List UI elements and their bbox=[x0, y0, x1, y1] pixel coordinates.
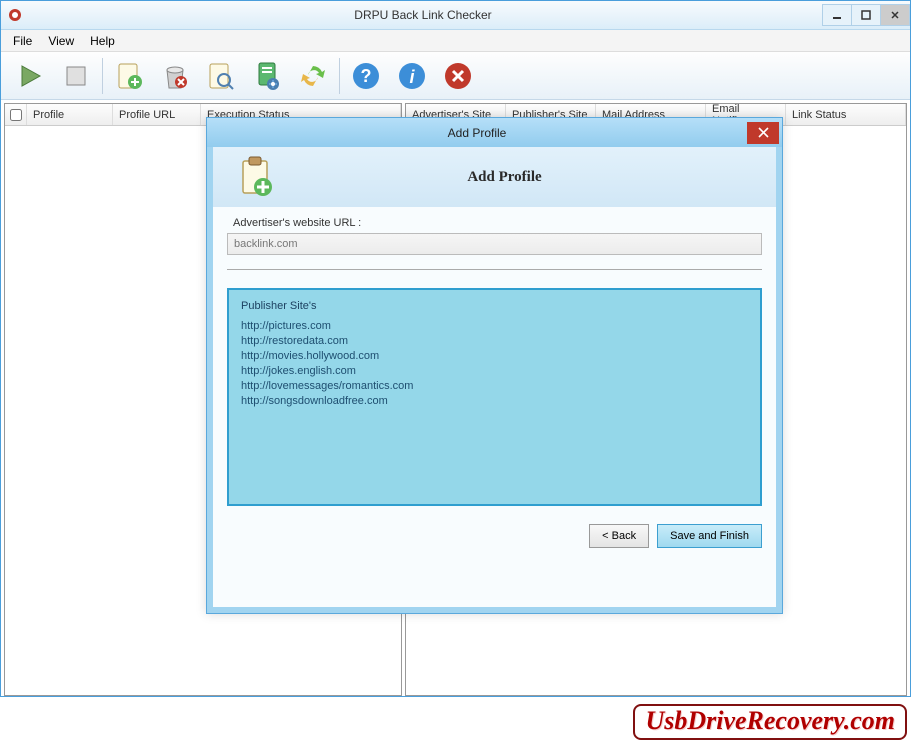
close-window-button[interactable] bbox=[880, 4, 910, 26]
add-profile-button[interactable] bbox=[108, 55, 150, 97]
info-icon: i bbox=[396, 60, 428, 92]
close-icon bbox=[758, 127, 769, 138]
clipboard-add-icon bbox=[233, 155, 277, 199]
settings-button[interactable] bbox=[246, 55, 288, 97]
toolbar-separator bbox=[102, 58, 103, 94]
publisher-sites-title: Publisher Site's bbox=[241, 300, 748, 312]
help-icon: ? bbox=[350, 60, 382, 92]
col-profile-url[interactable]: Profile URL bbox=[113, 104, 201, 125]
settings-icon bbox=[251, 60, 283, 92]
close-icon bbox=[890, 10, 900, 20]
minimize-icon bbox=[832, 10, 842, 20]
select-all-col[interactable] bbox=[5, 104, 27, 125]
dialog-close-button[interactable] bbox=[747, 122, 779, 144]
menu-help[interactable]: Help bbox=[82, 31, 123, 51]
publisher-url: http://pictures.com bbox=[241, 320, 748, 332]
menu-view[interactable]: View bbox=[40, 31, 82, 51]
publisher-url: http://songsdownloadfree.com bbox=[241, 395, 748, 407]
close-circle-icon bbox=[442, 60, 474, 92]
dialog-body: Add Profile Advertiser's website URL : P… bbox=[207, 147, 782, 613]
stop-button[interactable] bbox=[55, 55, 97, 97]
refresh-button[interactable] bbox=[292, 55, 334, 97]
maximize-icon bbox=[861, 10, 871, 20]
dialog-titlebar: Add Profile bbox=[207, 118, 782, 147]
search-icon bbox=[205, 60, 237, 92]
toolbar-separator bbox=[339, 58, 340, 94]
watermark: UsbDriveRecovery.com bbox=[633, 704, 907, 740]
window-title: DRPU Back Link Checker bbox=[23, 8, 823, 22]
maximize-button[interactable] bbox=[851, 4, 881, 26]
window-controls bbox=[823, 4, 910, 26]
publisher-url: http://movies.hollywood.com bbox=[241, 350, 748, 362]
svg-text:?: ? bbox=[361, 66, 372, 86]
minimize-button[interactable] bbox=[822, 4, 852, 26]
url-label: Advertiser's website URL : bbox=[233, 217, 762, 229]
info-button[interactable]: i bbox=[391, 55, 433, 97]
add-profile-icon bbox=[113, 60, 145, 92]
app-icon bbox=[7, 7, 23, 23]
save-finish-button[interactable]: Save and Finish bbox=[657, 524, 762, 548]
dialog-header-title: Add Profile bbox=[307, 169, 762, 186]
toolbar: ? i bbox=[1, 52, 910, 100]
delete-button[interactable] bbox=[154, 55, 196, 97]
help-button[interactable]: ? bbox=[345, 55, 387, 97]
advertiser-url-input[interactable] bbox=[227, 233, 762, 255]
add-profile-dialog: Add Profile Add Profile Advertiser's web… bbox=[206, 117, 783, 614]
dialog-buttons: < Back Save and Finish bbox=[227, 524, 762, 548]
play-button[interactable] bbox=[9, 55, 51, 97]
select-all-checkbox[interactable] bbox=[10, 109, 22, 121]
col-link-status[interactable]: Link Status bbox=[786, 104, 906, 125]
publisher-url: http://jokes.english.com bbox=[241, 365, 748, 377]
titlebar: DRPU Back Link Checker bbox=[1, 1, 910, 30]
exit-button[interactable] bbox=[437, 55, 479, 97]
menu-file[interactable]: File bbox=[5, 31, 40, 51]
stop-icon bbox=[60, 60, 92, 92]
delete-icon bbox=[159, 60, 191, 92]
dialog-header: Add Profile bbox=[227, 147, 762, 207]
back-button[interactable]: < Back bbox=[589, 524, 649, 548]
menubar: File View Help bbox=[1, 30, 910, 52]
publisher-url: http://restoredata.com bbox=[241, 335, 748, 347]
dialog-title: Add Profile bbox=[207, 126, 747, 140]
play-icon bbox=[14, 60, 46, 92]
search-button[interactable] bbox=[200, 55, 242, 97]
refresh-icon bbox=[297, 60, 329, 92]
divider bbox=[227, 269, 762, 270]
col-profile[interactable]: Profile bbox=[27, 104, 113, 125]
publisher-url: http://lovemessages/romantics.com bbox=[241, 380, 748, 392]
publisher-sites-box: Publisher Site's http://pictures.com htt… bbox=[227, 288, 762, 506]
